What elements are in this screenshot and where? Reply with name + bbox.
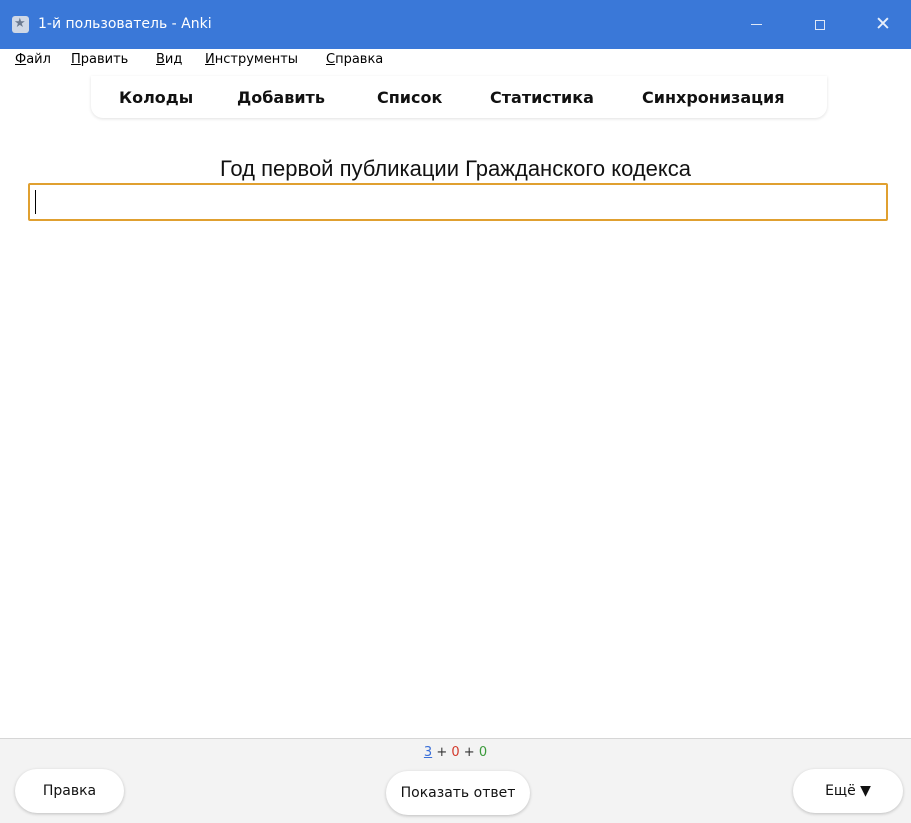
toolbar-sync-link[interactable]: Синхронизация <box>642 88 784 108</box>
menu-tools-mnemonic: И <box>205 52 215 67</box>
text-caret <box>35 190 36 214</box>
maximize-button[interactable] <box>797 0 843 49</box>
toolbar-decks-link[interactable]: Колоды <box>119 88 193 108</box>
main-toolbar: Колоды Добавить Список Статистика Синхро… <box>91 76 827 118</box>
menu-edit[interactable]: Править <box>71 52 128 68</box>
anki-window: ★ 1-й пользователь - Anki ✕ Файл Править… <box>0 0 911 823</box>
review-count: 0 <box>478 745 488 760</box>
maximize-icon <box>815 19 825 30</box>
menu-edit-mnemonic: П <box>71 52 81 67</box>
new-count: 3 <box>423 745 433 760</box>
menu-file[interactable]: Файл <box>15 52 51 68</box>
edit-button[interactable]: Правка <box>15 769 124 813</box>
menu-tools[interactable]: Инструменты <box>205 52 298 68</box>
menu-view[interactable]: Вид <box>156 52 182 68</box>
review-bottom-bar: 3 + 0 + 0 Правка Показать ответ Ещё ▼ <box>0 738 911 823</box>
title-bar[interactable]: ★ 1-й пользователь - Anki ✕ <box>0 0 911 49</box>
card-question: Год первой публикации Гражданского кодек… <box>219 156 692 181</box>
window-title: 1-й пользователь - Anki <box>38 16 212 32</box>
menu-help-label: правка <box>335 52 384 67</box>
count-separator: + <box>463 745 475 760</box>
close-icon: ✕ <box>875 13 891 35</box>
menu-bar: Файл Править Вид Инструменты Справка <box>0 49 911 71</box>
star-icon: ★ <box>14 16 26 31</box>
count-separator: + <box>436 745 448 760</box>
anki-app-icon[interactable]: ★ <box>12 16 29 33</box>
learn-count: 0 <box>451 745 460 760</box>
menu-edit-label: равить <box>80 52 129 67</box>
due-counts: 3 + 0 + 0 <box>0 745 911 761</box>
more-button[interactable]: Ещё ▼ <box>793 769 903 813</box>
menu-file-mnemonic: Ф <box>15 52 27 67</box>
toolbar-stats-link[interactable]: Статистика <box>490 88 594 108</box>
toolbar-browse-link[interactable]: Список <box>377 88 442 108</box>
minimize-icon <box>750 24 762 25</box>
menu-tools-label: нструменты <box>214 52 299 67</box>
menu-file-label: айл <box>26 52 51 67</box>
show-answer-button[interactable]: Показать ответ <box>386 771 530 815</box>
close-button[interactable]: ✕ <box>860 0 906 49</box>
minimize-button[interactable] <box>733 0 779 49</box>
menu-help-mnemonic: С <box>326 52 336 67</box>
toolbar-add-link[interactable]: Добавить <box>237 88 325 108</box>
answer-input[interactable] <box>28 183 888 221</box>
menu-view-mnemonic: В <box>156 52 165 67</box>
menu-help[interactable]: Справка <box>326 52 383 68</box>
menu-view-label: ид <box>164 52 183 67</box>
